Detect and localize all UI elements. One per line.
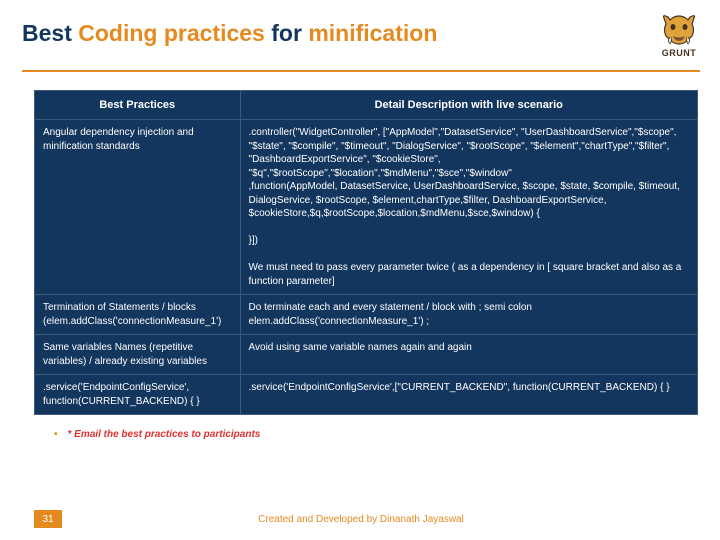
grunt-label: GRUNT xyxy=(662,48,697,58)
slide-header: Best Coding practices for minification G… xyxy=(0,0,720,66)
cell-detail: Do terminate each and every statement / … xyxy=(240,295,697,335)
slide-title: Best Coding practices for minification xyxy=(22,14,437,47)
title-part4: minification xyxy=(308,20,437,46)
col-header-detail: Detail Description with live scenario xyxy=(240,91,697,120)
note-text: * Email the best practices to participan… xyxy=(68,429,261,440)
table-row: Same variables Names (repetitive variabl… xyxy=(35,335,698,375)
table-container: Best Practices Detail Description with l… xyxy=(0,72,720,415)
page-number: 31 xyxy=(34,510,62,528)
cell-detail: Avoid using same variable names again an… xyxy=(240,335,697,375)
practices-table: Best Practices Detail Description with l… xyxy=(34,90,698,415)
grunt-logo: GRUNT xyxy=(658,14,700,58)
title-part2: Coding practices xyxy=(78,20,265,46)
bullet-icon: • xyxy=(54,429,58,440)
slide-footer: 31 Created and Developed by Dinanath Jay… xyxy=(0,510,720,528)
title-part1: Best xyxy=(22,20,78,46)
cell-practice: Angular dependency injection and minific… xyxy=(35,120,241,295)
cell-practice: Same variables Names (repetitive variabl… xyxy=(35,335,241,375)
table-row: Angular dependency injection and minific… xyxy=(35,120,698,295)
cell-practice: Termination of Statements / blocks (elem… xyxy=(35,295,241,335)
title-part3: for xyxy=(265,20,308,46)
grunt-icon xyxy=(660,14,698,46)
footer-credit: Created and Developed by Dinanath Jayasw… xyxy=(62,514,660,525)
cell-detail: .controller("WidgetController", ["AppMod… xyxy=(240,120,697,295)
table-row: Termination of Statements / blocks (elem… xyxy=(35,295,698,335)
email-note: • * Email the best practices to participa… xyxy=(0,415,720,440)
cell-detail: .service('EndpointConfigService',["CURRE… xyxy=(240,375,697,415)
cell-practice: .service('EndpointConfigService', functi… xyxy=(35,375,241,415)
col-header-practices: Best Practices xyxy=(35,91,241,120)
table-row: .service('EndpointConfigService', functi… xyxy=(35,375,698,415)
